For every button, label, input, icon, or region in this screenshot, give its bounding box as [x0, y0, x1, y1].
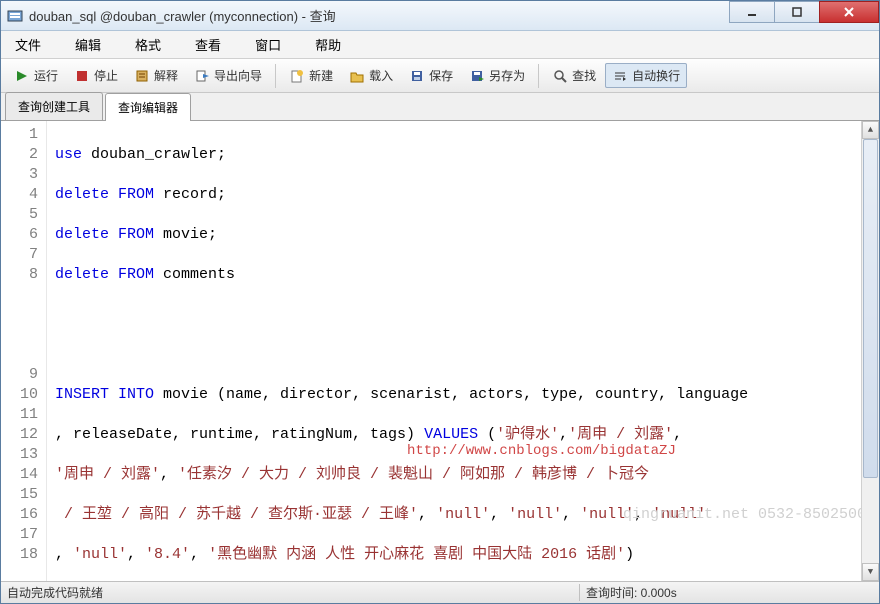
tab-query-builder[interactable]: 查询创建工具 [5, 92, 103, 120]
sql-editor[interactable]: 1234 567 8 9101112 13141516 1718 use dou… [1, 121, 879, 581]
save-button[interactable]: 保存 [402, 63, 460, 88]
menu-edit[interactable]: 编辑 [67, 31, 109, 58]
new-icon [289, 68, 305, 84]
toolbar-separator [538, 64, 539, 88]
run-button[interactable]: 运行 [7, 63, 65, 88]
vertical-scrollbar[interactable]: ▲ ▼ [861, 121, 879, 581]
menu-help[interactable]: 帮助 [307, 31, 349, 58]
toolbar-separator [275, 64, 276, 88]
minimize-button[interactable] [729, 1, 775, 23]
search-icon [552, 68, 568, 84]
explain-icon [134, 68, 150, 84]
load-icon [349, 68, 365, 84]
status-query-time: 查询时间: 0.000s [579, 584, 879, 601]
export-icon [194, 68, 210, 84]
close-button[interactable] [819, 1, 879, 23]
titlebar: douban_sql @douban_crawler (myconnection… [1, 1, 879, 31]
menubar: 文件 编辑 格式 查看 窗口 帮助 [1, 31, 879, 59]
explain-button[interactable]: 解释 [127, 63, 185, 88]
tab-strip: 查询创建工具 查询编辑器 [1, 93, 879, 121]
menu-file[interactable]: 文件 [7, 31, 49, 58]
stop-icon [74, 68, 90, 84]
menu-window[interactable]: 窗口 [247, 31, 289, 58]
app-window: douban_sql @douban_crawler (myconnection… [0, 0, 880, 604]
play-icon [14, 68, 30, 84]
menu-view[interactable]: 查看 [187, 31, 229, 58]
save-icon [409, 68, 425, 84]
menu-format[interactable]: 格式 [127, 31, 169, 58]
window-title: douban_sql @douban_crawler (myconnection… [29, 6, 730, 25]
find-button[interactable]: 查找 [545, 63, 603, 88]
saveas-icon [469, 68, 485, 84]
load-button[interactable]: 载入 [342, 63, 400, 88]
window-controls [730, 1, 879, 30]
wrap-button[interactable]: 自动换行 [605, 63, 687, 88]
statusbar: 自动完成代码就绪 查询时间: 0.000s [1, 581, 879, 603]
code-area[interactable]: use douban_crawler; delete FROM record; … [47, 121, 879, 581]
scroll-thumb[interactable] [863, 139, 878, 478]
app-icon [7, 8, 23, 24]
saveas-button[interactable]: 另存为 [462, 63, 532, 88]
maximize-button[interactable] [774, 1, 820, 23]
scroll-track[interactable] [862, 139, 879, 563]
wrap-icon [612, 68, 628, 84]
scroll-up-icon[interactable]: ▲ [862, 121, 879, 139]
tab-query-editor[interactable]: 查询编辑器 [105, 93, 191, 121]
stop-button[interactable]: 停止 [67, 63, 125, 88]
new-button[interactable]: 新建 [282, 63, 340, 88]
export-button[interactable]: 导出向导 [187, 63, 269, 88]
status-message: 自动完成代码就绪 [1, 584, 579, 601]
scroll-down-icon[interactable]: ▼ [862, 563, 879, 581]
line-gutter: 1234 567 8 9101112 13141516 1718 [1, 121, 47, 581]
toolbar: 运行 停止 解释 导出向导 新建 载入 保存 另存为 查找 自动换行 [1, 59, 879, 93]
